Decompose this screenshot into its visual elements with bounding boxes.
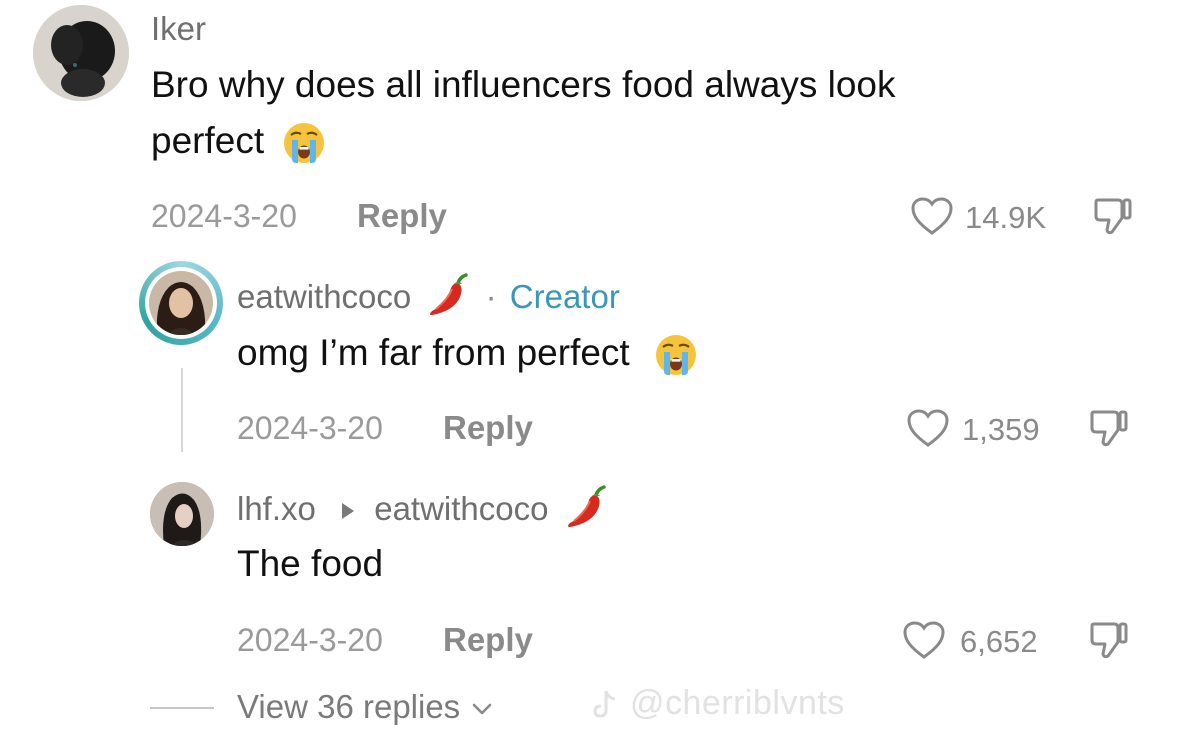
reply1-like-count: 1,359 [962,412,1040,447]
view-replies-label: View 36 replies [237,688,461,725]
avatar-dog-image [33,5,129,101]
reply1-reply-button[interactable]: Reply [443,409,533,447]
comment-date: 2024-3-20 [151,198,297,234]
reply1-text: omg I’m far from perfect [237,325,700,381]
comment-text-line2: perfect [151,113,328,169]
view-replies-divider [150,707,214,709]
reply1-text-label: omg I’m far from perfect [237,332,630,373]
reply2-header: lhf.xo eatwithcoco [237,485,608,531]
avatar-woman-dark-hair-image [150,482,214,546]
comment-text-line2-label: perfect [151,120,265,161]
loudly-crying-face-icon [284,123,325,164]
heart-icon[interactable] [906,408,950,448]
thumbs-down-icon[interactable] [1088,618,1132,662]
avatar-lhf-xo[interactable] [150,482,214,546]
avatar-woman-image [149,271,213,335]
reply2-text: The food [237,543,384,584]
comment-like-count: 14.9K [965,200,1047,235]
hot-pepper-icon [567,485,606,528]
avatar-eatwithcoco[interactable] [139,261,223,345]
comment-reply-button[interactable]: Reply [357,197,447,235]
view-replies-button[interactable]: View 36 replies [237,688,493,726]
reply1-username[interactable]: eatwithcoco [237,278,411,315]
creator-badge: Creator [509,278,620,315]
watermark-handle: @cherriblvnts [629,684,845,722]
reply1-date: 2024-3-20 [237,410,383,446]
heart-icon[interactable] [902,620,946,660]
reply2-username[interactable]: lhf.xo [237,490,316,527]
reply1-separator: · [485,278,497,315]
chevron-down-icon [473,703,492,715]
reply1-header: eatwithcoco · Creator [237,273,620,319]
reply2-date: 2024-3-20 [237,622,383,658]
avatar-iker[interactable] [33,5,129,101]
watermark: @cherriblvnts [590,684,845,723]
reply-thread-line [181,368,183,452]
thumbs-down-icon[interactable] [1088,406,1132,450]
reply2-reply-button[interactable]: Reply [443,621,533,659]
comment-text-line1: Bro why does all influencers food always… [151,64,896,105]
heart-icon[interactable] [910,196,954,236]
comment-username[interactable]: Iker [151,10,206,48]
tiktok-logo-icon [593,690,616,718]
reply2-reply-to[interactable]: eatwithcoco [374,490,548,527]
thumbs-down-icon[interactable] [1092,194,1136,238]
loudly-crying-face-icon [656,335,696,376]
caret-right-icon [342,503,355,520]
reply2-like-count: 6,652 [960,624,1038,659]
hot-pepper-icon [430,273,469,316]
